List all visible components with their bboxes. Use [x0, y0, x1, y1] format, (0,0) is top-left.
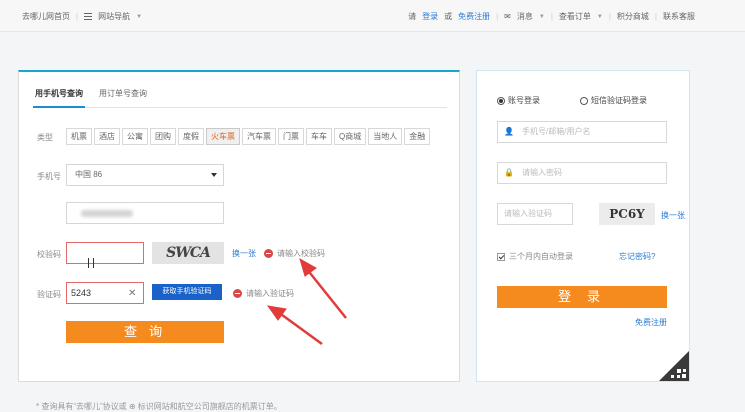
login-captcha-image[interactable]: PC6Y	[599, 203, 655, 225]
login-captcha-input[interactable]: 请输入验证码	[497, 203, 573, 225]
user-icon: 👤	[504, 127, 514, 136]
username-input[interactable]: 👤 手机号/邮箱/用户名	[497, 121, 667, 143]
annotation-arrow-2	[266, 305, 323, 346]
login-mode-account[interactable]: 账号登录	[497, 95, 540, 106]
radio-selected-icon	[497, 96, 505, 105]
footer-note-text: * 查询具有“去哪儿”协议或 ⊕ 标识网站和航空公司旗舰店的机票订单。	[36, 402, 282, 411]
login-refresh-captcha-link[interactable]: 换一张	[661, 210, 685, 221]
checkbox-checked-icon[interactable]	[497, 252, 505, 261]
auto-login-label: 三个月内自动登录	[509, 252, 573, 261]
lock-icon: 🔒	[504, 168, 514, 177]
footer-note: * 查询具有“去哪儿”协议或 ⊕ 标识网站和航空公司旗舰店的机票订单。	[36, 401, 282, 412]
login-panel: 账号登录 短信验证码登录 👤 手机号/邮箱/用户名 🔒 请输入密码 请输入验证码…	[476, 70, 690, 382]
password-input[interactable]: 🔒 请输入密码	[497, 162, 667, 184]
login-mode-sms-label: 短信验证码登录	[591, 96, 647, 105]
login-captcha-placeholder: 请输入验证码	[504, 209, 552, 218]
password-placeholder: 请输入密码	[522, 168, 562, 177]
qr-code-icon[interactable]	[659, 351, 689, 381]
login-mode-sms[interactable]: 短信验证码登录	[580, 95, 647, 106]
login-register-link[interactable]: 免费注册	[635, 317, 667, 328]
forgot-password-link[interactable]: 忘记密码?	[619, 251, 655, 262]
username-placeholder: 手机号/邮箱/用户名	[522, 127, 591, 136]
auto-login-option[interactable]: 三个月内自动登录	[497, 251, 573, 262]
login-mode-account-label: 账号登录	[508, 96, 540, 105]
radio-icon	[580, 96, 588, 105]
login-mode-selector: 账号登录 短信验证码登录	[497, 95, 647, 106]
login-button[interactable]: 登 录	[497, 286, 667, 308]
annotation-arrow-1	[299, 257, 347, 319]
